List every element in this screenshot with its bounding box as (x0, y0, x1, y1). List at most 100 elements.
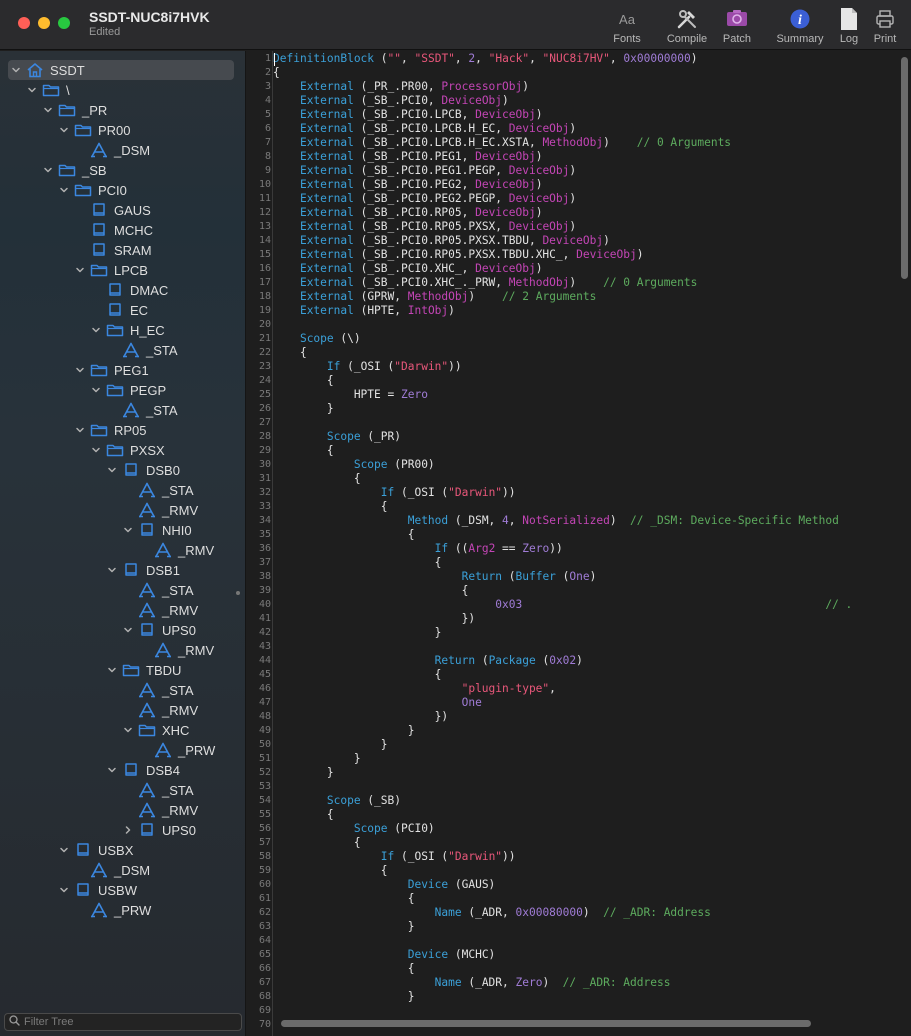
code-line[interactable]: External (_SB_.PCI0.PEG1.PEGP, DeviceObj… (273, 164, 576, 178)
tree-node[interactable]: XHC (122, 720, 189, 740)
code-line[interactable]: { (273, 66, 280, 80)
chevron-down-icon[interactable] (74, 424, 86, 436)
tree-node[interactable]: TBDU (106, 660, 181, 680)
chevron-down-icon[interactable] (58, 184, 70, 196)
code-line[interactable]: Scope (\) (273, 332, 361, 346)
tree-node[interactable]: _PR (42, 100, 107, 120)
chevron-down-icon[interactable] (58, 884, 70, 896)
tree-node[interactable]: SSDT (8, 60, 234, 80)
tree-node[interactable]: _RMV (138, 640, 214, 660)
code-line[interactable]: Scope (PCI0) (273, 822, 435, 836)
chevron-down-icon[interactable] (26, 84, 38, 96)
code-line[interactable]: } (273, 402, 334, 416)
chevron-down-icon[interactable] (42, 164, 54, 176)
chevron-right-icon[interactable] (122, 824, 134, 836)
tree-node[interactable]: _STA (122, 780, 194, 800)
code-line[interactable]: If (_OSI ("Darwin")) (273, 486, 516, 500)
tree-node[interactable]: RP05 (74, 420, 147, 440)
chevron-down-icon[interactable] (10, 64, 22, 76)
tree-node[interactable]: _RMV (122, 600, 198, 620)
code-line[interactable]: { (273, 528, 415, 542)
chevron-down-icon[interactable] (74, 364, 86, 376)
code-line[interactable]: Name (_ADR, Zero) // _ADR: Address (273, 976, 671, 990)
code-line[interactable]: Device (MCHC) (273, 948, 496, 962)
code-line[interactable]: External (_PR_.PR00, ProcessorObj) (273, 80, 529, 94)
chevron-down-icon[interactable] (106, 464, 118, 476)
code-line[interactable]: { (273, 444, 334, 458)
code-line[interactable]: { (273, 836, 361, 850)
chevron-down-icon[interactable] (122, 724, 134, 736)
code-line[interactable]: { (273, 668, 442, 682)
code-line[interactable]: External (_SB_.PCI0.RP05.PXSX, DeviceObj… (273, 220, 576, 234)
tree-node[interactable]: _RMV (122, 700, 198, 720)
tree-node[interactable]: DSB1 (106, 560, 180, 580)
vertical-scrollbar[interactable] (901, 57, 908, 279)
code-line[interactable]: }) (273, 612, 476, 626)
log-button[interactable]: Log (834, 6, 864, 48)
code-line[interactable]: { (273, 962, 415, 976)
tree-node[interactable]: PEG1 (74, 360, 149, 380)
code-line[interactable]: } (273, 752, 361, 766)
minimize-window-button[interactable] (38, 17, 50, 29)
code-line[interactable]: }) (273, 710, 448, 724)
code-editor[interactable]: 1 2 3 4 5 6 7 8 9 10 11 12 13 14 15 16 17 18 19 20 21 22 23 24 2… (247, 51, 911, 1036)
code-line[interactable]: External (_SB_.PCI0, DeviceObj) (273, 94, 509, 108)
tree-node[interactable]: PR00 (58, 120, 131, 140)
sidebar-splitter-handle[interactable] (236, 591, 240, 595)
chevron-down-icon[interactable] (106, 564, 118, 576)
tree-node[interactable]: LPCB (74, 260, 148, 280)
filter-tree-field[interactable] (4, 1013, 242, 1031)
code-line[interactable]: External (_SB_.PCI0.LPCB.H_EC, DeviceObj… (273, 122, 576, 136)
code-line[interactable]: { (273, 346, 307, 360)
tree-node[interactable]: UPS0 (122, 820, 196, 840)
code-line[interactable]: If (_OSI ("Darwin")) (273, 360, 462, 374)
code-line[interactable]: External (_SB_.PCI0.RP05.PXSX.TBDU.XHC_,… (273, 248, 644, 262)
code-line[interactable]: Return (Package (0x02) (273, 654, 583, 668)
code-line[interactable]: } (273, 724, 415, 738)
chevron-down-icon[interactable] (122, 524, 134, 536)
code-line[interactable]: External (_SB_.PCI0.LPCB.H_EC.XSTA, Meth… (273, 136, 731, 150)
code-line[interactable]: Name (_ADR, 0x00080000) // _ADR: Address (273, 906, 711, 920)
code-line[interactable]: HPTE = Zero (273, 388, 428, 402)
chevron-down-icon[interactable] (74, 264, 86, 276)
tree-node[interactable]: _DSM (74, 140, 150, 160)
tree-node[interactable]: GAUS (74, 200, 151, 220)
tree-node[interactable]: _STA (106, 340, 178, 360)
filter-tree-input[interactable] (24, 1016, 224, 1028)
print-button[interactable]: Print (870, 6, 900, 48)
code-line[interactable]: Scope (_SB) (273, 794, 401, 808)
chevron-down-icon[interactable] (122, 624, 134, 636)
summary-button[interactable]: i Summary (772, 6, 828, 48)
tree-node[interactable]: NHI0 (122, 520, 192, 540)
code-line[interactable]: External (_SB_.PCI0.XHC_, DeviceObj) (273, 262, 543, 276)
tree-node[interactable]: _STA (122, 680, 194, 700)
chevron-down-icon[interactable] (58, 124, 70, 136)
code-line[interactable]: } (273, 990, 415, 1004)
code-line[interactable]: External (_SB_.PCI0.RP05.PXSX.TBDU, Devi… (273, 234, 610, 248)
code-line[interactable]: DefinitionBlock ("", "SSDT", 2, "Hack", … (273, 52, 698, 66)
tree-node[interactable]: _PRW (138, 740, 215, 760)
tree-node[interactable]: _STA (122, 480, 194, 500)
code-line[interactable]: } (273, 626, 442, 640)
tree-node[interactable]: H_EC (90, 320, 165, 340)
tree-node[interactable]: _RMV (138, 540, 214, 560)
code-line[interactable]: If ((Arg2 == Zero)) (273, 542, 563, 556)
code-line[interactable]: { (273, 584, 469, 598)
chevron-down-icon[interactable] (90, 324, 102, 336)
chevron-down-icon[interactable] (106, 764, 118, 776)
chevron-down-icon[interactable] (42, 104, 54, 116)
fonts-button[interactable]: Aa Fonts (608, 6, 646, 48)
code-line[interactable]: "plugin-type", (273, 682, 556, 696)
tree-node[interactable]: DMAC (90, 280, 168, 300)
zoom-window-button[interactable] (58, 17, 70, 29)
code-line[interactable]: External (GPRW, MethodObj) // 2 Argument… (273, 290, 596, 304)
code-line[interactable]: { (273, 374, 334, 388)
chevron-down-icon[interactable] (58, 844, 70, 856)
code-line[interactable]: } (273, 920, 415, 934)
code-line[interactable]: } (273, 738, 388, 752)
tree-node[interactable]: PCI0 (58, 180, 127, 200)
code-line[interactable]: External (HPTE, IntObj) (273, 304, 455, 318)
code-line[interactable]: { (273, 500, 388, 514)
code-line[interactable]: { (273, 556, 442, 570)
tree-node[interactable]: PXSX (90, 440, 165, 460)
